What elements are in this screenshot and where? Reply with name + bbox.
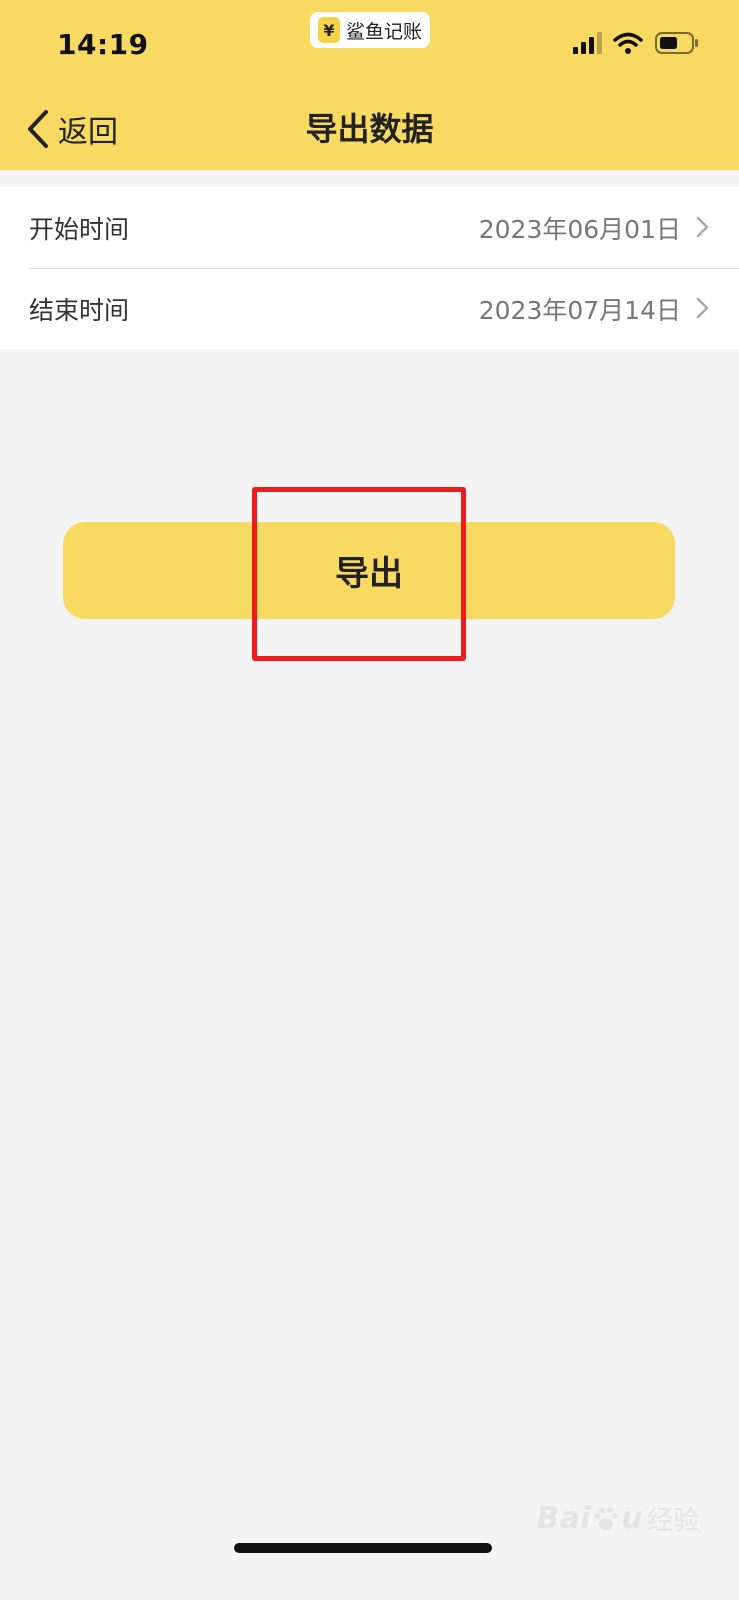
chevron-right-icon	[696, 216, 709, 238]
date-range-list: 开始时间 2023年06月01日 结束时间 2023年07月14日	[0, 187, 739, 349]
wifi-icon	[613, 32, 643, 54]
app-badge[interactable]: ¥ 鲨鱼记账	[310, 12, 430, 48]
end-time-value: 2023年07月14日	[478, 295, 681, 325]
header: 14:19 ¥ 鲨鱼记账 返回 导出数据	[0, 0, 739, 170]
chevron-right-icon	[696, 297, 709, 319]
battery-icon	[655, 32, 698, 54]
status-time: 14:19	[57, 28, 149, 61]
end-time-label: 结束时间	[29, 295, 130, 325]
page-title: 导出数据	[305, 110, 434, 148]
start-time-value: 2023年06月01日	[478, 214, 681, 244]
end-time-row[interactable]: 结束时间 2023年07月14日	[0, 268, 739, 349]
watermark-sub: 经验	[646, 1506, 699, 1536]
status-icons	[573, 32, 699, 54]
signal-icon	[573, 32, 602, 54]
watermark-brand-suffix: u	[621, 1501, 643, 1536]
start-time-label: 开始时间	[29, 214, 130, 244]
watermark-brand: Bai	[536, 1501, 592, 1536]
baidu-watermark: Bai u 经验	[536, 1500, 699, 1537]
app-logo-icon: ¥	[318, 17, 340, 43]
highlight-box	[252, 487, 466, 661]
paw-icon	[594, 1506, 619, 1530]
home-indicator[interactable]	[234, 1543, 492, 1553]
app-name: 鲨鱼记账	[346, 20, 423, 43]
start-time-row[interactable]: 开始时间 2023年06月01日	[0, 187, 739, 268]
